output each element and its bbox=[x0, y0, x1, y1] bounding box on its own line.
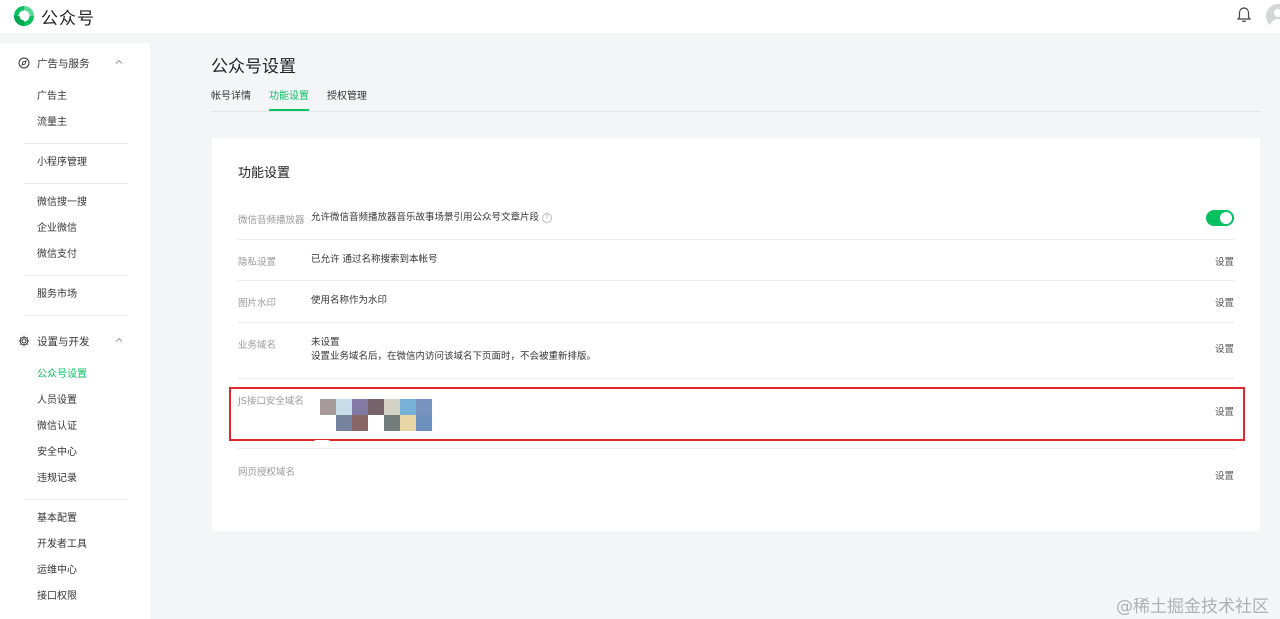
bell-icon[interactable] bbox=[1236, 6, 1252, 24]
tab-account-details[interactable]: 帐号详情 bbox=[211, 90, 251, 111]
sidebar-divider bbox=[24, 275, 128, 276]
audio-player-toggle[interactable] bbox=[1206, 210, 1234, 226]
sidebar-item-violations[interactable]: 违规记录 bbox=[37, 472, 77, 486]
redacted-domain-mosaic bbox=[320, 399, 432, 433]
sidebar-item-publisher[interactable]: 流量主 bbox=[37, 116, 67, 130]
sidebar-group-ads-services[interactable]: 广告与服务 bbox=[18, 55, 123, 71]
row-value-business-domain: 未设置 bbox=[311, 337, 340, 348]
chevron-up-icon[interactable] bbox=[114, 57, 124, 67]
sidebar-item-security-center[interactable]: 安全中心 bbox=[37, 446, 77, 460]
sidebar-item-wechat-pay[interactable]: 微信支付 bbox=[37, 248, 77, 262]
tooltip-pointer bbox=[314, 440, 330, 446]
card-title: 功能设置 bbox=[238, 166, 291, 181]
toggle-knob bbox=[1220, 212, 1232, 224]
watermark-settings-link[interactable]: 设置 bbox=[1215, 295, 1234, 309]
compass-icon bbox=[18, 57, 30, 69]
row-label-watermark: 图片水印 bbox=[238, 298, 277, 309]
sidebar-divider bbox=[24, 499, 128, 500]
sidebar-divider bbox=[24, 315, 128, 316]
sidebar-item-work-wechat[interactable]: 企业微信 bbox=[37, 222, 77, 236]
sidebar-item-advertiser[interactable]: 广告主 bbox=[37, 90, 67, 104]
row-divider bbox=[238, 239, 1234, 240]
row-label-business-domain: 业务域名 bbox=[238, 340, 277, 351]
help-icon[interactable]: ? bbox=[542, 212, 553, 223]
wechat-logo-icon[interactable] bbox=[13, 5, 35, 27]
page-title: 公众号设置 bbox=[211, 57, 296, 77]
sidebar-item-basic-config[interactable]: 基本配置 bbox=[37, 512, 77, 526]
sidebar-item-service-market[interactable]: 服务市场 bbox=[37, 288, 77, 302]
sidebar-item-account-settings[interactable]: 公众号设置 bbox=[37, 368, 87, 382]
sidebar-divider bbox=[24, 183, 128, 184]
row-divider bbox=[238, 448, 1234, 449]
sidebar-item-miniprogram[interactable]: 小程序管理 bbox=[37, 156, 87, 170]
sidebar-item-verification[interactable]: 微信认证 bbox=[37, 420, 77, 434]
row-divider bbox=[238, 280, 1234, 281]
oauth-domain-settings-link[interactable]: 设置 bbox=[1215, 468, 1234, 482]
row-label-privacy: 隐私设置 bbox=[238, 257, 277, 268]
row-value-audio-player: 允许微信音频播放器音乐故事场景引用公众号文章片段? bbox=[311, 211, 553, 225]
row-divider bbox=[238, 322, 1234, 323]
gear-icon bbox=[18, 335, 30, 347]
watermark: @稀土掘金技术社区 bbox=[1116, 597, 1269, 617]
tab-bar: 帐号详情 功能设置 授权管理 bbox=[211, 90, 1261, 112]
sidebar-item-member-settings[interactable]: 人员设置 bbox=[37, 394, 77, 408]
sidebar: 广告与服务 广告主 流量主 小程序管理 微信搜一搜 企业微信 微信支付 服务市场… bbox=[0, 43, 150, 619]
sidebar-group-label: 设置与开发 bbox=[37, 335, 90, 348]
privacy-settings-link[interactable]: 设置 bbox=[1215, 254, 1234, 268]
top-bar: 公众号 bbox=[0, 0, 1280, 33]
row-value-watermark: 使用名称作为水印 bbox=[311, 295, 388, 306]
tab-authorization[interactable]: 授权管理 bbox=[327, 90, 367, 111]
sidebar-group-label: 广告与服务 bbox=[37, 57, 90, 70]
row-label-audio-player: 微信音频播放器 bbox=[238, 215, 305, 226]
sidebar-item-ops-center[interactable]: 运维中心 bbox=[37, 564, 77, 578]
business-domain-settings-link[interactable]: 设置 bbox=[1215, 341, 1234, 355]
sidebar-divider bbox=[24, 143, 128, 144]
row-label-oauth-domain: 网页授权域名 bbox=[238, 467, 296, 478]
brand-name: 公众号 bbox=[41, 9, 95, 29]
sidebar-item-api-permissions[interactable]: 接口权限 bbox=[37, 590, 77, 604]
sidebar-item-wechat-search[interactable]: 微信搜一搜 bbox=[37, 196, 87, 210]
avatar-icon[interactable] bbox=[1266, 4, 1280, 28]
sidebar-item-dev-tools[interactable]: 开发者工具 bbox=[37, 538, 87, 552]
business-domain-note: 设置业务域名后，在微信内访问该域名下页面时，不会被重新排版。 bbox=[311, 351, 597, 362]
row-value-privacy: 已允许 通过名称搜索到本帐号 bbox=[311, 254, 438, 265]
audio-player-description: 允许微信音频播放器音乐故事场景引用公众号文章片段 bbox=[311, 212, 540, 223]
sidebar-group-settings-dev[interactable]: 设置与开发 bbox=[18, 333, 123, 349]
chevron-up-icon[interactable] bbox=[114, 335, 124, 345]
feature-settings-card: 功能设置 微信音频播放器 允许微信音频播放器音乐故事场景引用公众号文章片段? 隐… bbox=[212, 138, 1260, 531]
row-divider bbox=[238, 378, 1234, 379]
tab-feature-settings[interactable]: 功能设置 bbox=[269, 90, 309, 111]
